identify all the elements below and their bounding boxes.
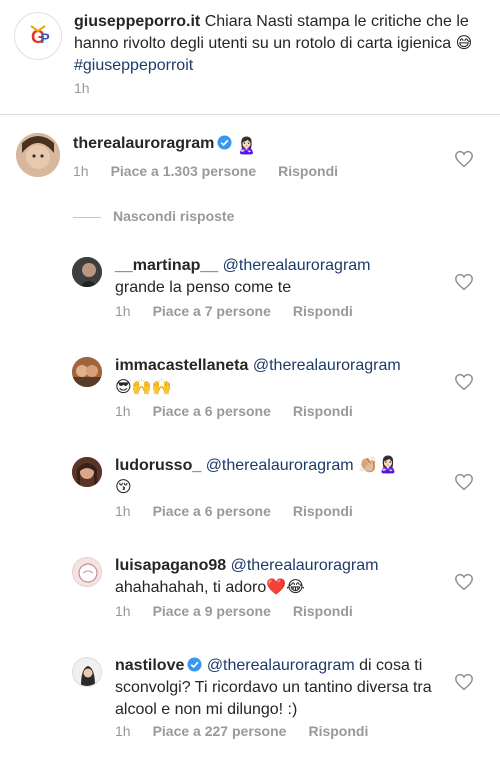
reply-reply-button[interactable]: Rispondi: [293, 403, 353, 419]
reply-time: 1h: [115, 403, 131, 419]
reply-text: grande la penso come te: [115, 279, 292, 296]
reply-text: 😎🙌🙌: [115, 379, 172, 396]
post-caption-emoji: 😅: [455, 35, 473, 52]
reply-likes-link[interactable]: Piace a 7 persone: [153, 303, 271, 319]
profile-photo-icon: [78, 563, 98, 583]
reply-mention[interactable]: @therealauroragram: [253, 357, 401, 374]
reply-mention[interactable]: @therealauroragram: [223, 257, 371, 274]
reply-time: 1h: [115, 603, 131, 619]
reply-reply-button[interactable]: Rispondi: [308, 723, 368, 739]
like-heart-icon[interactable]: [454, 473, 474, 491]
reply-avatar[interactable]: [72, 657, 102, 687]
reply-reply-button[interactable]: Rispondi: [293, 303, 353, 319]
reply-avatar[interactable]: [72, 257, 102, 287]
reply-avatar[interactable]: [72, 557, 102, 587]
reply-mention[interactable]: @therealauroragram: [206, 457, 354, 474]
profile-photo-icon: [72, 357, 102, 387]
reply-reply-button[interactable]: Rispondi: [293, 603, 353, 619]
main-comment-emoji: 🙎🏻‍♀️: [236, 138, 257, 155]
post-time: 1h: [74, 80, 90, 96]
verified-badge-icon: [217, 135, 232, 150]
like-heart-icon[interactable]: [454, 573, 474, 591]
reply-avatar[interactable]: [72, 457, 102, 487]
profile-photo-icon: [72, 457, 102, 487]
reply-mention[interactable]: @therealauroragram: [231, 557, 379, 574]
post-caption: giuseppeporro.it Chiara Nasti stampa le …: [74, 11, 484, 77]
comment-time: 1h: [73, 163, 89, 179]
comment-avatar-therealauroragram[interactable]: [16, 133, 60, 177]
reply-mention[interactable]: @therealauroragram: [207, 657, 355, 674]
comment-likes-link[interactable]: Piace a 1.303 persone: [111, 163, 257, 179]
reply-body: luisapagano98 @therealauroragram ahahaha…: [115, 555, 455, 599]
like-heart-icon[interactable]: [454, 673, 474, 691]
reply-time: 1h: [115, 503, 131, 519]
reply-likes-link[interactable]: Piace a 9 persone: [153, 603, 271, 619]
hide-replies-line: [73, 217, 101, 218]
gp-logo-icon: G P: [30, 25, 50, 47]
profile-photo-icon: [81, 666, 95, 686]
like-heart-icon[interactable]: [454, 373, 474, 391]
reply-likes-link[interactable]: Piace a 6 persone: [153, 403, 271, 419]
reply-body: __martinap__ @therealauroragram grande l…: [115, 255, 455, 299]
reply-reply-button[interactable]: Rispondi: [293, 503, 353, 519]
post-divider: [0, 114, 500, 115]
reply-likes-link[interactable]: Piace a 6 persone: [153, 503, 271, 519]
reply-time: 1h: [115, 723, 131, 739]
reply-body: ludorusso_ @therealauroragram 👏🏼🙎🏻‍♀️ 😚: [115, 455, 455, 499]
reply-meta: 1h Piace a 227 persone Rispondi: [115, 723, 390, 739]
reply-username[interactable]: luisapagano98: [115, 557, 226, 574]
reply-avatar[interactable]: [72, 357, 102, 387]
reply-text: ahahahahah, ti adoro❤️😂: [115, 579, 305, 596]
reply-meta: 1h Piace a 6 persone Rispondi: [115, 403, 375, 419]
reply-meta: 1h Piace a 7 persone Rispondi: [115, 303, 375, 319]
reply-meta: 1h Piace a 6 persone Rispondi: [115, 503, 375, 519]
reply-username[interactable]: nastilove: [115, 657, 184, 674]
reply-time: 1h: [115, 303, 131, 319]
like-heart-icon[interactable]: [454, 273, 474, 291]
svg-text:P: P: [40, 30, 49, 46]
reply-username[interactable]: immacastellaneta: [115, 357, 248, 374]
main-comment-meta: 1h Piace a 1.303 persone Rispondi: [73, 163, 360, 179]
reply-username[interactable]: ludorusso_: [115, 457, 201, 474]
comment-reply-button[interactable]: Rispondi: [278, 163, 338, 179]
profile-photo-icon: [16, 133, 60, 177]
main-comment-username[interactable]: therealauroragram: [73, 135, 214, 152]
reply-inline-emoji: 👏🏼🙎🏻‍♀️: [358, 457, 398, 474]
verified-badge-icon: [187, 657, 202, 672]
reply-likes-link[interactable]: Piace a 227 persone: [153, 723, 287, 739]
like-heart-icon[interactable]: [454, 150, 474, 168]
post-hashtag[interactable]: #giuseppeporroit: [74, 57, 193, 74]
main-comment-line: therealauroragram 🙎🏻‍♀️: [73, 133, 257, 158]
reply-body: nastilove @therealauroragram di cosa ti …: [115, 655, 455, 721]
reply-body: immacastellaneta @therealauroragram 😎🙌🙌: [115, 355, 455, 399]
reply-text-inline: di cosa: [359, 657, 410, 674]
reply-meta: 1h Piace a 9 persone Rispondi: [115, 603, 375, 619]
profile-photo-icon: [72, 257, 102, 287]
post-author-username[interactable]: giuseppeporro.it: [74, 13, 200, 30]
hide-replies-button[interactable]: Nascondi risposte: [113, 208, 234, 224]
reply-text: 😚: [115, 479, 132, 496]
post-author-avatar[interactable]: G P: [14, 12, 62, 60]
reply-username[interactable]: __martinap__: [115, 257, 218, 274]
